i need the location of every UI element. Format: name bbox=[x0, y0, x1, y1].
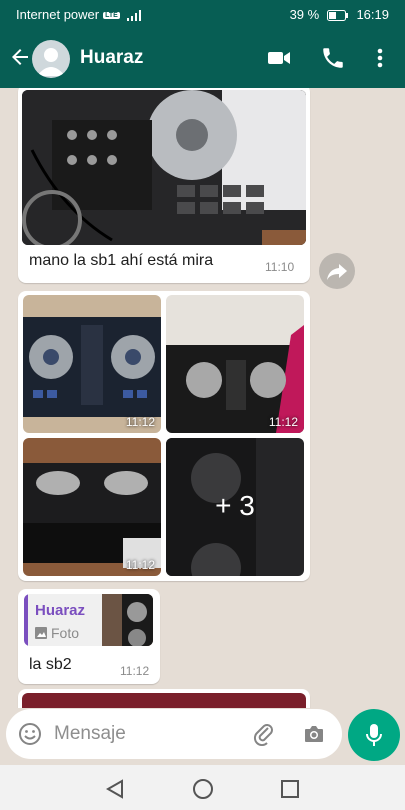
photo-time: 11:12 bbox=[268, 415, 298, 429]
photo-icon bbox=[35, 627, 47, 639]
message-time: 11:12 bbox=[120, 664, 150, 678]
battery-icon bbox=[326, 10, 348, 22]
person-icon bbox=[37, 48, 65, 76]
message-photo-album[interactable]: 11:12 11:12 11:12 + 3 bbox=[18, 291, 310, 581]
message-reply[interactable]: Huaraz Foto la sb2 11:12 bbox=[18, 589, 160, 684]
chat-header: Huaraz bbox=[0, 29, 405, 88]
signal-icon bbox=[127, 10, 142, 22]
forward-icon bbox=[327, 264, 347, 280]
camera-icon[interactable] bbox=[302, 722, 326, 746]
message-time: 11:10 bbox=[265, 260, 295, 274]
back-arrow-icon[interactable] bbox=[8, 45, 32, 69]
message-input[interactable]: Mensaje bbox=[54, 723, 126, 745]
message-photo-caption[interactable]: mano la sb1 ahí está mira 11:10 bbox=[18, 88, 310, 283]
quote-author: Huaraz bbox=[35, 602, 86, 619]
photo-time: 11:12 bbox=[125, 415, 155, 429]
network-badge: LTE bbox=[103, 12, 120, 20]
carrier-label: Internet power LTE bbox=[16, 7, 142, 22]
quoted-message[interactable]: Huaraz Foto bbox=[24, 594, 153, 646]
nav-recents-icon[interactable] bbox=[279, 778, 301, 800]
quote-type: Foto bbox=[51, 625, 80, 641]
album-photo-1[interactable]: 11:12 bbox=[23, 295, 161, 433]
dj-controller-image bbox=[23, 438, 161, 576]
dj-controller-image bbox=[166, 295, 304, 433]
system-nav-bar bbox=[0, 765, 405, 810]
nav-back-icon[interactable] bbox=[104, 778, 126, 800]
avatar[interactable] bbox=[32, 40, 70, 78]
more-photos-count: + 3 bbox=[215, 490, 255, 521]
status-bar: Internet power LTE 39 % 16:19 bbox=[0, 0, 405, 29]
status-right: 39 % 16:19 bbox=[290, 7, 389, 22]
album-photo-2[interactable]: 11:12 bbox=[166, 295, 304, 433]
attach-icon[interactable] bbox=[252, 722, 276, 746]
message-text: la sb2 bbox=[29, 656, 72, 673]
dj-controller-image bbox=[22, 90, 306, 245]
nav-home-icon[interactable] bbox=[191, 777, 215, 801]
phone-icon[interactable] bbox=[320, 45, 346, 71]
emoji-icon[interactable] bbox=[18, 722, 42, 746]
quote-thumbnail bbox=[102, 594, 153, 646]
album-photo-more[interactable]: + 3 bbox=[166, 438, 304, 576]
chat-area[interactable]: mano la sb1 ahí está mira 11:10 11:12 11… bbox=[0, 88, 405, 708]
contact-name[interactable]: Huaraz bbox=[80, 47, 143, 69]
clock: 16:19 bbox=[356, 7, 389, 22]
quote-bar bbox=[24, 594, 28, 646]
message-composer[interactable]: Mensaje bbox=[6, 709, 342, 759]
voice-message-button[interactable] bbox=[348, 709, 400, 761]
album-photo-3[interactable]: 11:12 bbox=[23, 438, 161, 576]
message-photo-partial[interactable] bbox=[18, 689, 310, 708]
microphone-icon bbox=[366, 724, 382, 746]
battery-percent: 39 % bbox=[289, 7, 320, 22]
photo-partial[interactable] bbox=[22, 693, 306, 708]
dj-controller-image bbox=[102, 594, 153, 646]
photo-dj-controller[interactable] bbox=[22, 90, 306, 245]
photo-time: 11:12 bbox=[125, 558, 155, 572]
message-text: mano la sb1 ahí está mira bbox=[29, 252, 214, 269]
video-call-icon[interactable] bbox=[266, 45, 292, 71]
forward-button[interactable] bbox=[319, 253, 355, 289]
more-options-icon[interactable] bbox=[367, 45, 393, 71]
dj-controller-image bbox=[23, 295, 161, 433]
